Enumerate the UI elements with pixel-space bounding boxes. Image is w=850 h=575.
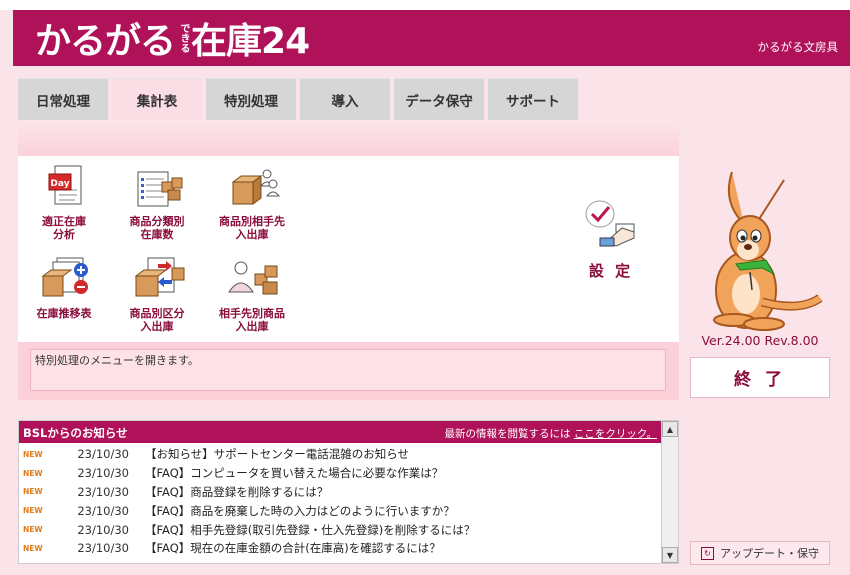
new-badge: NEW bbox=[23, 506, 43, 516]
menu-item-stock-trend[interactable]: 在庫推移表 bbox=[14, 256, 114, 320]
item-label-line1: 在庫推移表 bbox=[36, 307, 92, 320]
box-transfer-icon bbox=[134, 257, 185, 297]
panel-band bbox=[18, 120, 679, 156]
update-maintenance-button[interactable]: ↻ アップデート・保守 bbox=[690, 541, 830, 565]
news-scrollbar[interactable]: ▲ ▼ bbox=[661, 421, 678, 563]
tab-data-maintenance[interactable]: データ保守 bbox=[394, 78, 484, 120]
news-item[interactable]: NEW 23/10/30 【FAQ】相手先登録(取引先登録・仕入先登録)を削除す… bbox=[19, 520, 659, 539]
inventory-plus-minus-icon bbox=[41, 257, 88, 297]
logo-tail-text: 在庫24 bbox=[191, 21, 310, 62]
news-item[interactable]: NEW 23/10/30 【FAQ】コンピュータを買い替えた場合に必要な作業は？ bbox=[19, 464, 659, 483]
news-date: 23/10/30 bbox=[77, 522, 129, 537]
news-text: 【お知らせ】サポートセンター電話混雑のお知らせ bbox=[145, 447, 410, 462]
news-item[interactable]: NEW 23/10/30 【FAQ】商品を廃棄した時の入力はどのように行いますか… bbox=[19, 501, 659, 520]
settings-check-icon bbox=[585, 200, 635, 247]
news-panel: BSLからのお知らせ 最新の情報を閲覧するには ここをクリック。 NEW 23/… bbox=[18, 420, 679, 564]
boxes-people-icon bbox=[231, 169, 281, 205]
news-date: 23/10/30 bbox=[77, 447, 129, 462]
logo-small-text: できる bbox=[178, 23, 190, 53]
menu-item-partner-product-io[interactable]: 相手先別商品 入出庫 bbox=[202, 256, 302, 333]
news-date: 23/10/30 bbox=[77, 541, 129, 556]
exit-button[interactable]: 終 了 bbox=[690, 357, 830, 398]
logo-main-text: かるがる bbox=[35, 21, 176, 62]
item-label-line2: 分析 bbox=[53, 228, 75, 241]
refresh-icon: ↻ bbox=[701, 546, 714, 560]
news-text: 【FAQ】商品登録を削除するには？ bbox=[145, 484, 329, 499]
version-label: Ver.24.00 Rev.8.00 bbox=[701, 333, 819, 348]
scroll-down-icon[interactable]: ▼ bbox=[662, 547, 678, 563]
new-badge: NEW bbox=[23, 525, 43, 535]
status-message: 特別処理のメニューを開きます。 bbox=[30, 349, 666, 391]
item-label-line2: 入出庫 bbox=[235, 228, 269, 241]
news-item[interactable]: NEW 23/10/30 【FAQ】現在の在庫金額の合計(在庫高)を確認するには… bbox=[19, 539, 659, 558]
news-date: 23/10/30 bbox=[77, 466, 129, 481]
tab-daily[interactable]: 日常処理 bbox=[18, 78, 108, 120]
tab-summary[interactable]: 集計表 bbox=[112, 78, 202, 120]
scroll-up-icon[interactable]: ▲ bbox=[662, 421, 678, 437]
day-text: Day bbox=[50, 179, 69, 189]
person-boxes-icon bbox=[228, 261, 278, 295]
news-date: 23/10/30 bbox=[77, 503, 129, 518]
menu-panel: Day 適正在庫 分析 商品分類別 在庫数 商品別相手先 入出庫 在庫推移表 商… bbox=[18, 120, 679, 400]
menu-item-category-stock[interactable]: 商品分類別 在庫数 bbox=[107, 164, 207, 241]
news-text: 【FAQ】商品を廃棄した時の入力はどのように行いますか？ bbox=[145, 503, 455, 518]
news-item[interactable]: NEW 23/10/30 【お知らせ】サポートセンター電話混雑のお知らせ bbox=[19, 445, 659, 464]
tab-setup[interactable]: 導入 bbox=[300, 78, 390, 120]
menu-item-optimal-stock[interactable]: Day 適正在庫 分析 bbox=[14, 164, 114, 241]
new-badge: NEW bbox=[23, 468, 43, 478]
news-list: NEW 23/10/30 【お知らせ】サポートセンター電話混雑のお知らせ NEW… bbox=[19, 445, 659, 558]
news-item[interactable]: NEW 23/10/30 【FAQ】商品登録を削除するには？ bbox=[19, 483, 659, 502]
new-badge: NEW bbox=[23, 543, 43, 553]
new-badge: NEW bbox=[23, 487, 43, 497]
app-logo: かるがる できる 在庫24 bbox=[35, 16, 310, 62]
settings-label: 設 定 bbox=[588, 262, 634, 280]
news-latest-link[interactable]: ここをクリック。 bbox=[574, 428, 657, 440]
item-label-line2: 入出庫 bbox=[235, 320, 269, 333]
item-label-line1: 商品分類別 bbox=[129, 215, 185, 228]
news-link-prefix: 最新の情報を閲覧するには bbox=[444, 428, 574, 440]
new-badge: NEW bbox=[23, 449, 43, 459]
menu-item-product-division-io[interactable]: 商品別区分 入出庫 bbox=[107, 256, 207, 333]
news-header: BSLからのお知らせ 最新の情報を閲覧するには ここをクリック。 bbox=[19, 421, 663, 443]
item-label-line1: 適正在庫 bbox=[42, 215, 86, 228]
news-title: BSLからのお知らせ bbox=[23, 426, 128, 440]
calendar-day-icon: Day bbox=[48, 165, 82, 205]
item-label-line2: 入出庫 bbox=[140, 320, 174, 333]
item-label-line1: 商品別相手先 bbox=[219, 215, 285, 228]
news-text: 【FAQ】コンピュータを買い替えた場合に必要な作業は？ bbox=[145, 466, 444, 481]
news-text: 【FAQ】現在の在庫金額の合計(在庫高)を確認するには？ bbox=[145, 541, 441, 556]
tab-support[interactable]: サポート bbox=[488, 78, 578, 120]
top-strip bbox=[0, 0, 850, 10]
news-date: 23/10/30 bbox=[77, 484, 129, 499]
settings-button[interactable]: 設 定 bbox=[576, 198, 646, 281]
news-link-text: 最新の情報を閲覧するには ここをクリック。 bbox=[444, 426, 657, 441]
kangaroo-mascot-icon bbox=[713, 171, 823, 331]
company-name: かるがる文房具 bbox=[757, 40, 839, 54]
item-label-line2: 在庫数 bbox=[140, 228, 174, 241]
item-label-line1: 商品別区分 bbox=[129, 307, 185, 320]
update-label: アップデート・保守 bbox=[720, 547, 819, 560]
tab-special[interactable]: 特別処理 bbox=[206, 78, 296, 120]
list-boxes-icon bbox=[137, 171, 183, 207]
app-header: かるがる できる 在庫24 かるがる文房具 bbox=[13, 10, 850, 66]
news-text: 【FAQ】相手先登録(取引先登録・仕入先登録)を削除するには？ bbox=[145, 522, 476, 537]
tab-bar: 日常処理 集計表 特別処理 導入 データ保守 サポート bbox=[18, 78, 582, 120]
menu-item-product-partner-io[interactable]: 商品別相手先 入出庫 bbox=[202, 164, 302, 241]
item-label-line1: 相手先別商品 bbox=[219, 307, 285, 320]
